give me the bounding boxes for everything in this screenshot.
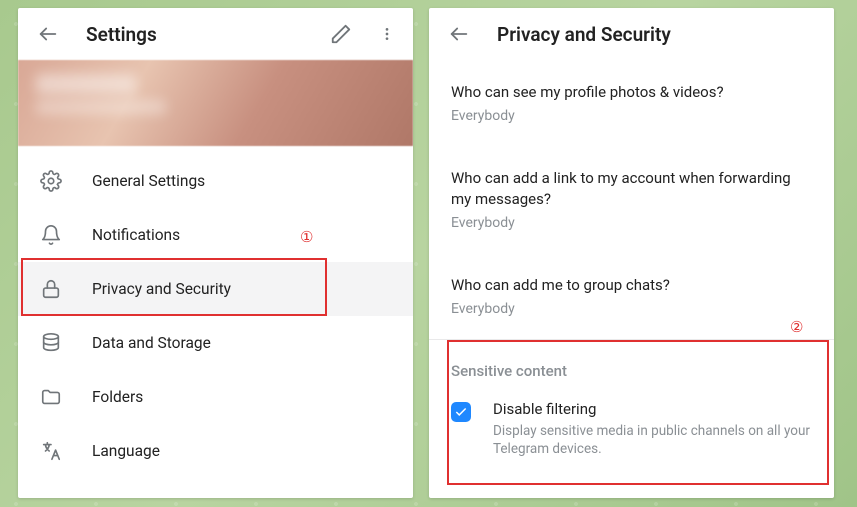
menu-item-language[interactable]: Language — [18, 424, 413, 478]
database-icon — [40, 332, 62, 354]
edit-icon[interactable] — [329, 22, 353, 46]
lock-icon — [40, 278, 62, 300]
privacy-question: Who can see my profile photos & videos? — [451, 82, 812, 102]
menu-label: Language — [92, 442, 160, 460]
privacy-panel: Privacy and Security Who can see my prof… — [429, 8, 834, 498]
folder-icon — [40, 386, 62, 408]
privacy-value: Everybody — [451, 301, 812, 317]
privacy-item-forward[interactable]: Who can add a link to my account when fo… — [451, 146, 812, 253]
privacy-question: Who can add a link to my account when fo… — [451, 168, 812, 209]
check-text: Disable filtering Display sensitive medi… — [493, 400, 812, 458]
privacy-value: Everybody — [451, 215, 812, 231]
back-icon[interactable] — [447, 22, 471, 46]
privacy-list: Who can see my profile photos & videos? … — [429, 60, 834, 339]
section-sensitive: Sensitive content — [429, 340, 834, 384]
menu-item-privacy[interactable]: Privacy and Security — [18, 262, 413, 316]
menu-label: Folders — [92, 388, 143, 406]
menu-item-general[interactable]: General Settings — [18, 154, 413, 208]
privacy-title: Privacy and Security — [497, 23, 816, 46]
disable-filtering-row[interactable]: Disable filtering Display sensitive medi… — [429, 384, 834, 470]
language-icon — [40, 440, 62, 462]
privacy-item-groups[interactable]: Who can add me to group chats? Everybody — [451, 253, 812, 339]
menu-item-folders[interactable]: Folders — [18, 370, 413, 424]
settings-header: Settings — [18, 8, 413, 60]
privacy-value: Everybody — [451, 108, 812, 124]
menu-label: Privacy and Security — [92, 280, 231, 298]
settings-menu: General Settings Notifications Privacy a… — [18, 146, 413, 478]
settings-title: Settings — [86, 23, 303, 46]
back-icon[interactable] — [36, 22, 60, 46]
privacy-question: Who can add me to group chats? — [451, 275, 812, 295]
bell-icon — [40, 224, 62, 246]
menu-label: Notifications — [92, 226, 180, 244]
check-title: Disable filtering — [493, 400, 812, 418]
menu-item-data[interactable]: Data and Storage — [18, 316, 413, 370]
profile-banner[interactable] — [18, 60, 413, 146]
settings-panel: Settings General Settings Notifications — [18, 8, 413, 498]
privacy-item-photos[interactable]: Who can see my profile photos & videos? … — [451, 60, 812, 146]
menu-label: General Settings — [92, 172, 205, 190]
annotation-number-1: ① — [300, 228, 313, 246]
menu-item-notifications[interactable]: Notifications — [18, 208, 413, 262]
privacy-header: Privacy and Security — [429, 8, 834, 60]
annotation-number-2: ② — [790, 318, 803, 336]
check-desc: Display sensitive media in public channe… — [493, 422, 812, 458]
more-icon[interactable] — [379, 22, 395, 46]
checkbox-checked-icon[interactable] — [451, 402, 471, 422]
gear-icon — [40, 170, 62, 192]
menu-label: Data and Storage — [92, 334, 211, 352]
